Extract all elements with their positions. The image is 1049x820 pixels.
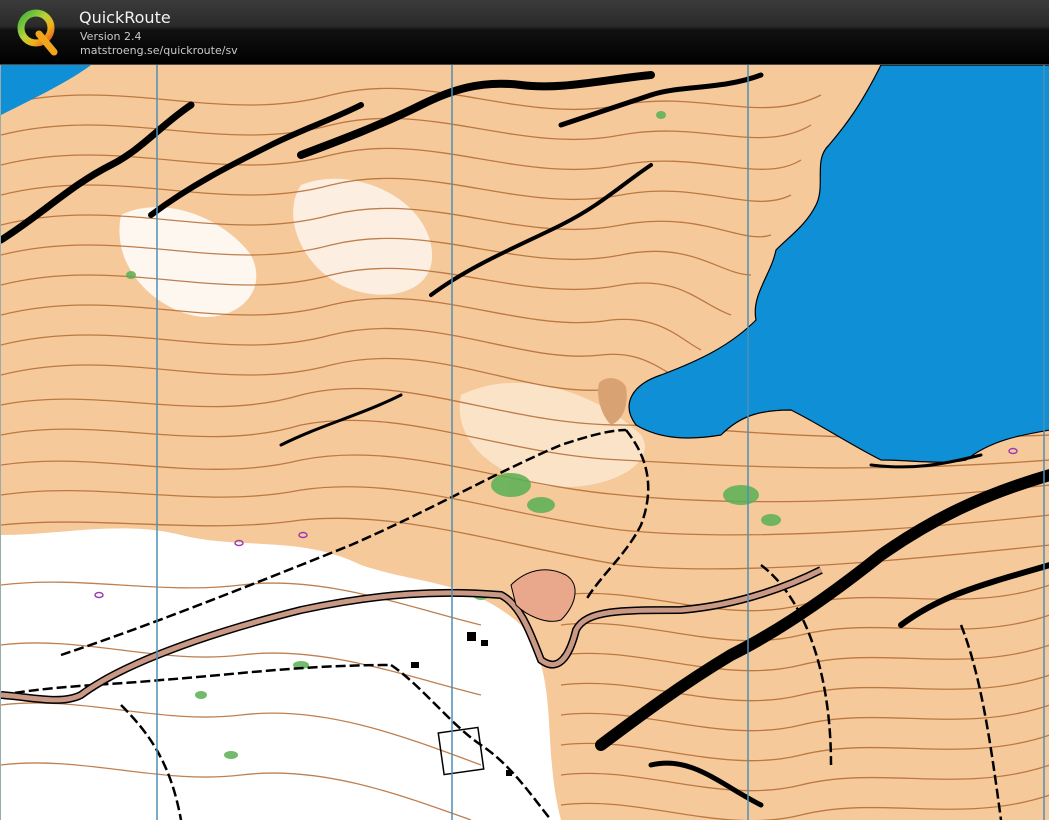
map-view[interactable]: [0, 65, 1049, 820]
quickroute-window: QuickRoute Version 2.4 matstroeng.se/qui…: [0, 0, 1049, 820]
title-bar: QuickRoute Version 2.4 matstroeng.se/qui…: [0, 0, 1049, 65]
app-url: matstroeng.se/quickroute/sv: [80, 44, 238, 57]
app-version: Version 2.4: [80, 30, 142, 43]
quickroute-logo-icon: [17, 9, 58, 56]
app-title: QuickRoute: [79, 8, 171, 27]
orienteering-map[interactable]: [1, 65, 1049, 820]
